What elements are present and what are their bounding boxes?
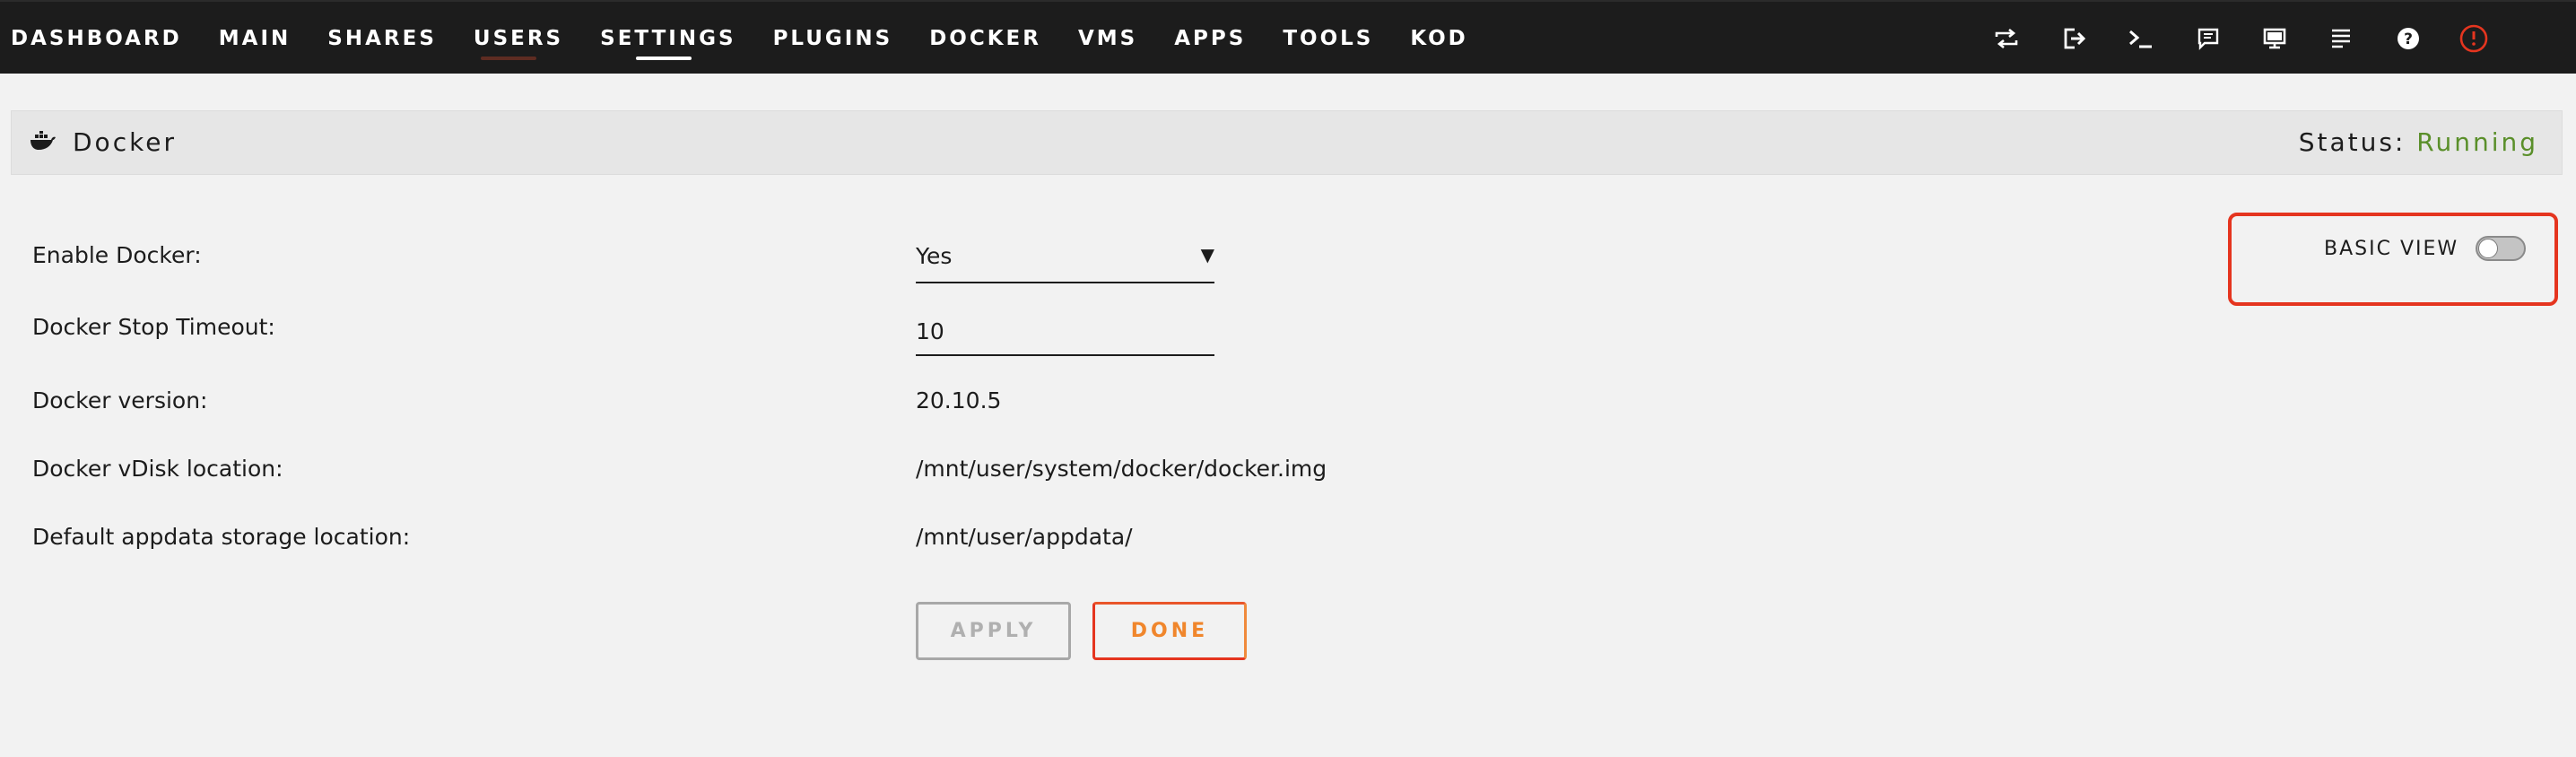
power-icon[interactable] — [2459, 23, 2489, 54]
nav-hover-underline — [480, 57, 536, 60]
nav-item-vms[interactable]: VMS — [1078, 2, 1137, 75]
docker-whale-icon — [30, 131, 57, 152]
stop-timeout-label: Docker Stop Timeout: — [32, 314, 275, 340]
nav-item-users-label: USERS — [473, 27, 564, 50]
nav-item-apps[interactable]: APPS — [1174, 2, 1246, 75]
appdata-location-value: /mnt/user/appdata/ — [916, 524, 1133, 550]
enable-docker-label: Enable Docker: — [32, 242, 202, 268]
dropdown-caret-icon: ▼ — [1200, 244, 1214, 265]
docker-version-label: Docker version: — [32, 387, 208, 413]
basic-view-toggle[interactable] — [2476, 236, 2526, 261]
apply-button[interactable]: APPLY — [916, 602, 1071, 660]
basic-view-highlight-box: BASIC VIEW — [2228, 213, 2558, 306]
stop-timeout-input[interactable] — [916, 308, 1214, 356]
refresh-icon[interactable] — [1991, 23, 2022, 54]
nav-item-tools[interactable]: TOOLS — [1283, 2, 1373, 75]
nav-item-plugins[interactable]: PLUGINS — [773, 2, 893, 75]
status-label: Status: — [2298, 127, 2406, 157]
nav-item-users[interactable]: USERS — [474, 2, 563, 75]
docker-version-value: 20.10.5 — [916, 387, 1002, 413]
status-indicator: Status: Running — [2299, 127, 2538, 157]
nav-item-shares[interactable]: SHARES — [327, 2, 437, 75]
done-button[interactable]: DONE — [1092, 602, 1247, 660]
vdisk-location-value: /mnt/user/system/docker/docker.img — [916, 456, 1327, 482]
appdata-location-label: Default appdata storage location: — [32, 524, 411, 550]
help-icon[interactable]: ? — [2393, 23, 2424, 54]
nav-item-settings[interactable]: SETTINGS — [600, 2, 735, 75]
feedback-icon[interactable] — [2193, 23, 2224, 54]
section-header: Docker Status: Running — [11, 110, 2563, 175]
nav-item-settings-label: SETTINGS — [600, 27, 736, 50]
toggle-knob — [2478, 239, 2498, 258]
log-icon[interactable] — [2326, 23, 2356, 54]
status-value: Running — [2416, 127, 2538, 157]
main-nav: DASHBOARD MAIN SHARES USERS SETTINGS PLU… — [11, 2, 1505, 75]
enable-docker-select[interactable]: Yes ▼ — [916, 235, 1214, 283]
vdisk-location-label: Docker vDisk location: — [32, 456, 283, 482]
svg-text:?: ? — [2404, 30, 2413, 48]
basic-view-label: BASIC VIEW — [2324, 238, 2459, 260]
top-navigation-bar: DASHBOARD MAIN SHARES USERS SETTINGS PLU… — [0, 0, 2576, 74]
nav-item-docker[interactable]: DOCKER — [929, 2, 1041, 75]
logout-icon[interactable] — [2059, 23, 2090, 54]
nav-active-underline — [636, 57, 692, 60]
terminal-icon[interactable] — [2126, 23, 2156, 54]
monitor-icon[interactable] — [2259, 23, 2290, 54]
enable-docker-value: Yes — [916, 243, 953, 269]
nav-item-kod[interactable]: KOD — [1410, 2, 1467, 75]
nav-item-dashboard[interactable]: DASHBOARD — [11, 2, 182, 75]
page-title: Docker — [73, 127, 178, 157]
nav-item-main[interactable]: MAIN — [219, 2, 292, 75]
